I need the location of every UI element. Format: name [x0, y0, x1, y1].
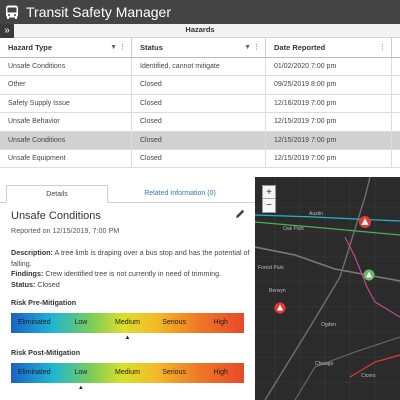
map-label: Oak Park — [283, 226, 304, 232]
cell-status: Closed — [132, 76, 266, 94]
table-row-selected[interactable]: Unsafe Conditions Closed 12/15/2019 7:00… — [0, 131, 400, 150]
tab-details[interactable]: Details — [6, 185, 108, 203]
cell-status: Closed — [132, 149, 266, 168]
risk-level-label: Low — [74, 369, 88, 376]
table-row[interactable]: Unsafe Behavior Closed 12/15/2019 7:00 p… — [0, 113, 400, 132]
risk-level-label: High — [213, 369, 228, 376]
description-label: Description: — [11, 248, 53, 257]
risk-level-label: Serious — [162, 369, 186, 376]
status-label: Status: — [11, 280, 36, 289]
risk-level-label: Serious — [162, 319, 186, 326]
cell-status: Identified, cannot mitigate — [132, 58, 266, 76]
table-row[interactable]: Unsafe Equipment Closed 12/15/2019 7:00 … — [0, 149, 400, 169]
table-panel-header: » Hazards — [0, 24, 400, 38]
reported-date: Reported on 12/15/2019, 7:00 PM — [11, 226, 120, 235]
status-text: Status: Closed — [11, 280, 60, 289]
table-row[interactable]: Safety Supply Issue Closed 12/16/2019 7:… — [0, 94, 400, 114]
risk-level-label: Low — [74, 319, 88, 326]
column-menu-icon[interactable]: ⋮ — [379, 38, 386, 58]
status-value: Closed — [37, 280, 60, 289]
risk-level-label: Eliminated — [17, 319, 51, 326]
filter-menu-icon[interactable]: ▼ ⋮ — [110, 38, 126, 58]
findings-text: Findings: Crew identified tree is not cu… — [11, 269, 221, 278]
risk-pre-scale: Eliminated Low Medium Serious High — [11, 313, 244, 333]
risk-level-label: High — [213, 319, 228, 326]
cell-hazard-type: Unsafe Conditions — [0, 131, 132, 149]
risk-post-title: Risk Post-Mitigation — [11, 348, 81, 357]
hazard-marker-red[interactable] — [359, 216, 371, 228]
map-label: Berwyn — [269, 288, 286, 294]
hazard-marker-red[interactable] — [274, 302, 286, 314]
hazards-table: Hazard Type ▼ ⋮ Status ▼ ⋮ Date Reported… — [0, 38, 400, 169]
hazard-marker-green[interactable] — [363, 269, 375, 281]
cell-hazard-type: Other — [0, 76, 132, 94]
cell-status: Closed — [132, 94, 266, 113]
pencil-icon[interactable] — [234, 207, 246, 219]
risk-level-label: Eliminated — [17, 369, 51, 376]
risk-post-marker-icon: ▲ — [77, 385, 84, 391]
filter-menu-icon[interactable]: ▼ ⋮ — [244, 38, 260, 58]
findings-value: Crew identified tree is not currently in… — [45, 269, 222, 278]
cell-status: Closed — [132, 113, 266, 131]
tab-related-information[interactable]: Related Information (0) — [120, 185, 240, 203]
app-window: Transit Safety Manager » Hazards Hazard … — [0, 0, 400, 400]
risk-pre-title: Risk Pre-Mitigation — [11, 298, 77, 307]
zoom-control: + − — [262, 185, 276, 213]
cell-hazard-type: Safety Supply Issue — [0, 94, 132, 113]
map-label: Chicago — [315, 361, 334, 367]
map-label: Cicero — [361, 373, 376, 379]
cell-date: 12/16/2019 7:00 pm — [266, 94, 392, 113]
table-row[interactable]: Unsafe Conditions Identified, cannot mit… — [0, 58, 400, 77]
description-text: Description: A tree limb is draping over… — [11, 247, 251, 269]
column-header-label: Status — [140, 43, 163, 52]
cell-date: 01/02/2020 7:00 pm — [266, 58, 392, 76]
table-row[interactable]: Other Closed 09/25/2019 8:00 pm — [0, 76, 400, 95]
cell-date: 09/25/2019 8:00 pm — [266, 76, 392, 94]
hazard-title: Unsafe Conditions — [11, 210, 101, 222]
risk-level-label: Medium — [115, 369, 140, 376]
cell-date: 12/15/2019 7:00 pm — [266, 131, 392, 149]
column-header-date-reported[interactable]: Date Reported ⋮ — [266, 38, 392, 57]
zoom-in-button[interactable]: + — [263, 186, 275, 199]
cell-date: 12/15/2019 7:00 pm — [266, 149, 392, 168]
zoom-out-button[interactable]: − — [263, 199, 275, 212]
title-bar: Transit Safety Manager — [0, 0, 400, 24]
cell-hazard-type: Unsafe Behavior — [0, 113, 132, 131]
map-label: Forest Park — [258, 265, 284, 271]
map-view[interactable]: + − Austin Oak Park Berwyn Cicero Forest… — [255, 177, 400, 400]
map-label: Ogden — [321, 322, 337, 328]
findings-label: Findings: — [11, 269, 44, 278]
risk-level-label: Medium — [115, 319, 140, 326]
cell-hazard-type: Unsafe Equipment — [0, 149, 132, 168]
details-tabs: Details Related Information (0) — [0, 185, 255, 203]
table-header-row: Hazard Type ▼ ⋮ Status ▼ ⋮ Date Reported… — [0, 38, 400, 58]
map-label: Austin — [309, 211, 323, 217]
column-header-label: Date Reported — [274, 43, 326, 52]
column-header-label: Hazard Type — [8, 43, 53, 52]
column-header-hazard-type[interactable]: Hazard Type ▼ ⋮ — [0, 38, 132, 57]
cell-date: 12/15/2019 7:00 pm — [266, 113, 392, 131]
app-title: Transit Safety Manager — [26, 4, 171, 20]
risk-pre-marker-icon: ▲ — [124, 335, 131, 341]
cell-hazard-type: Unsafe Conditions — [0, 58, 132, 76]
risk-post-scale: Eliminated Low Medium Serious High — [11, 363, 244, 383]
panel-title: Hazards — [185, 25, 215, 34]
column-header-status[interactable]: Status ▼ ⋮ — [132, 38, 266, 57]
bus-icon — [0, 0, 24, 24]
cell-status: Closed — [132, 131, 266, 149]
